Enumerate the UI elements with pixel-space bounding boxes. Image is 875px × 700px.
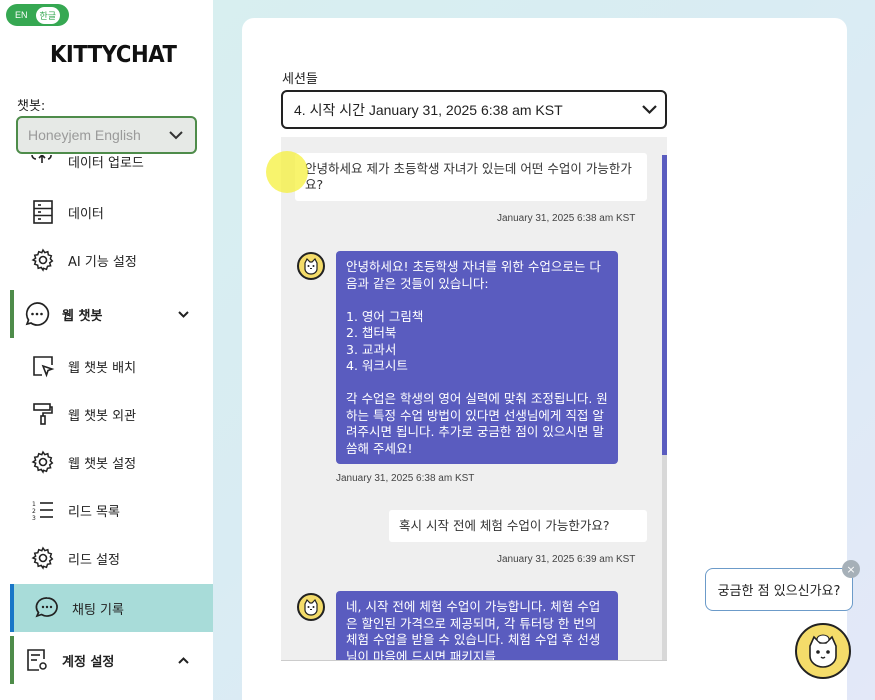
message-timestamp: January 31, 2025 6:39 am KST (497, 554, 636, 565)
chatbot-select-value: Honeyjem English (28, 127, 141, 143)
app-logo: KITTYCHAT (50, 42, 177, 68)
sidebar-item-lead-list[interactable]: 123 리드 목록 (0, 486, 213, 534)
placement-icon (30, 353, 56, 379)
list-icon: 123 (30, 497, 56, 523)
svg-text:2: 2 (32, 508, 36, 515)
chevron-up-icon (178, 653, 189, 667)
sidebar-item-chat-history[interactable]: 채팅 기록 (10, 584, 213, 632)
sidebar-item-label: AI 기능 설정 (68, 254, 137, 270)
message-timestamp: January 31, 2025 6:38 am KST (497, 213, 636, 224)
message-timestamp: January 31, 2025 6:38 am KST (336, 473, 475, 484)
session-select-value: 4. 시작 시간 January 31, 2025 6:38 am KST (294, 101, 563, 118)
sidebar-item-label: 데이터 (68, 206, 104, 222)
upload-icon (30, 155, 56, 171)
bot-avatar (297, 252, 325, 280)
sidebar-item-data[interactable]: 데이터 (0, 188, 213, 236)
chevron-down-icon (642, 102, 657, 118)
sidebar-item-label: 데이터 업로드 (68, 156, 144, 171)
close-icon[interactable]: × (842, 560, 860, 578)
user-message: 혹시 시작 전에 체험 수업이 가능한가요? (389, 510, 647, 542)
sidebar-item-web-chatbot-placement[interactable]: 웹 챗봇 배치 (0, 342, 213, 390)
paint-roller-icon (30, 401, 56, 427)
chat-bubble-icon (24, 301, 50, 327)
chevron-down-icon (169, 128, 183, 143)
sidebar: EN 한글 KITTYCHAT 챗봇: 데이터 업로드 Honeyjem Eng… (0, 0, 213, 700)
sidebar-item-label: 웹 챗봇 외관 (68, 408, 137, 424)
tooltip-text: 궁금한 점 있으신가요? (717, 584, 841, 599)
chat-scrollbar[interactable] (662, 155, 667, 660)
gear-icon (30, 545, 56, 571)
svg-text:3: 3 (32, 515, 36, 522)
sidebar-item-ai-settings[interactable]: AI 기능 설정 (0, 236, 213, 284)
group-indicator (10, 636, 14, 684)
lang-ko-label: 한글 (35, 6, 61, 24)
bot-message: 네, 시작 전에 체험 수업이 가능합니다. 체험 수업은 할인된 가격으로 제… (336, 591, 618, 660)
sidebar-item-label: 리드 목록 (68, 504, 120, 520)
group-indicator (10, 290, 14, 338)
sidebar-item-label: 웹 챗봇 설정 (68, 456, 137, 472)
gear-icon (30, 247, 56, 273)
user-message: 안녕하세요 제가 초등학생 자녀가 있는데 어떤 수업이 가능한가요? (295, 153, 647, 201)
chat-history-icon (34, 595, 60, 621)
sidebar-item-label: 계정 설정 (62, 654, 115, 670)
chatbot-label: 챗봇: (17, 99, 46, 114)
lang-en-label: EN (15, 10, 28, 20)
sidebar-item-label: 채팅 기록 (72, 602, 124, 618)
cursor-highlight (266, 151, 308, 193)
scrollbar-thumb[interactable] (662, 155, 667, 455)
sidebar-item-lead-settings[interactable]: 리드 설정 (0, 534, 213, 582)
sidebar-group-web-chatbot[interactable]: 웹 챗봇 (0, 290, 213, 338)
cat-face-icon (304, 598, 318, 616)
sidebar-item-data-upload[interactable]: 데이터 업로드 (30, 155, 144, 171)
cat-face-icon (809, 634, 837, 668)
active-indicator (10, 584, 14, 632)
session-select[interactable]: 4. 시작 시간 January 31, 2025 6:38 am KST (281, 90, 667, 129)
cat-face-icon (304, 257, 318, 275)
sidebar-item-label: 웹 챗봇 (62, 308, 103, 324)
language-toggle[interactable]: EN 한글 (6, 4, 69, 26)
svg-text:1: 1 (32, 501, 36, 508)
server-icon (30, 199, 56, 225)
sidebar-item-web-chatbot-settings[interactable]: 웹 챗봇 설정 (0, 438, 213, 486)
bot-message-clip: 네, 시작 전에 체험 수업이 가능합니다. 체험 수업은 할인된 가격으로 제… (336, 591, 618, 660)
chevron-down-icon (178, 307, 189, 321)
sidebar-item-label: 웹 챗봇 배치 (68, 360, 137, 376)
chat-widget-tooltip[interactable]: 궁금한 점 있으신가요? (705, 568, 853, 611)
chat-launcher-button[interactable] (795, 623, 851, 679)
gear-icon (30, 449, 56, 475)
account-settings-icon (24, 647, 50, 673)
sidebar-item-web-chatbot-appearance[interactable]: 웹 챗봇 외관 (0, 390, 213, 438)
sessions-label: 세션들 (282, 72, 318, 87)
sidebar-group-account-settings[interactable]: 계정 설정 (0, 636, 213, 684)
bot-avatar (297, 593, 325, 621)
chatbot-select[interactable]: Honeyjem English (16, 116, 197, 154)
bot-message: 안녕하세요! 초등학생 자녀를 위한 수업으로는 다음과 같은 것들이 있습니다… (336, 251, 618, 464)
sidebar-item-label: 리드 설정 (68, 552, 120, 568)
